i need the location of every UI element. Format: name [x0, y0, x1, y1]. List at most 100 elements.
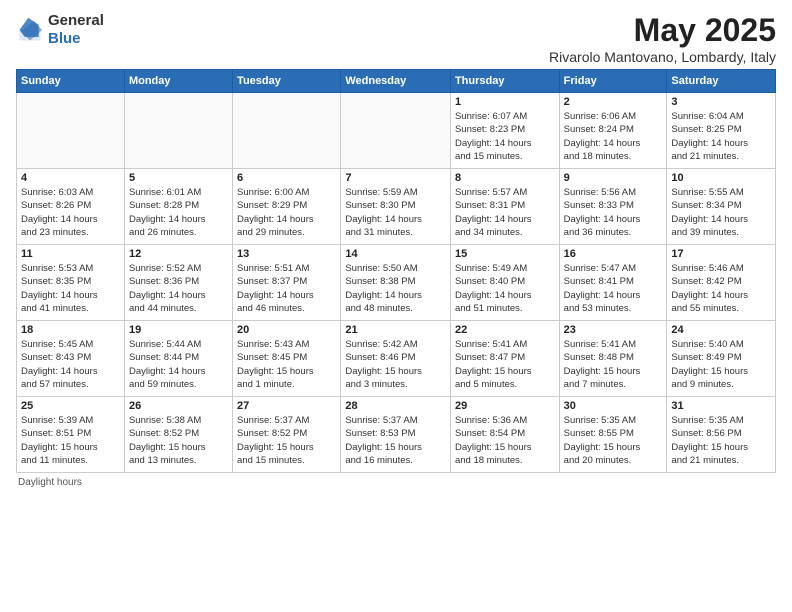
day-info: Sunrise: 6:07 AM Sunset: 8:23 PM Dayligh…	[455, 110, 555, 163]
calendar-week-row: 1Sunrise: 6:07 AM Sunset: 8:23 PM Daylig…	[17, 93, 776, 169]
calendar-cell: 9 Sunrise: 5:56 AM Sunset: 8:33 PM Daylig…	[559, 169, 667, 245]
calendar-cell: 26 Sunrise: 5:38 AM Sunset: 8:52 PM Dayli…	[124, 397, 232, 473]
calendar-cell	[341, 93, 451, 169]
day-number: 11	[21, 248, 120, 260]
day-number: 14	[345, 248, 446, 260]
weekday-header: Thursday	[450, 70, 559, 93]
day-info: Sunrise: 5:43 AM Sunset: 8:45 PM Dayligh…	[237, 338, 336, 391]
calendar-cell: 7Sunrise: 5:59 AM Sunset: 8:30 PM Daylig…	[341, 169, 451, 245]
day-info: Sunrise: 5:38 AM Sunset: 8:52 PM Dayligh…	[129, 414, 228, 467]
day-info: Sunrise: 5:47 AM Sunset: 8:41 PM Dayligh…	[564, 262, 663, 315]
day-info: Sunrise: 6:01 AM Sunset: 8:28 PM Dayligh…	[129, 186, 228, 239]
month-title: May 2025	[549, 12, 776, 49]
page-container: General Blue May 2025 Rivarolo Mantovano…	[0, 0, 792, 496]
calendar-week-row: 4 Sunrise: 6:03 AM Sunset: 8:26 PM Daylig…	[17, 169, 776, 245]
day-number: 8	[455, 172, 555, 184]
calendar-cell: 14 Sunrise: 5:50 AM Sunset: 8:38 PM Dayli…	[341, 245, 451, 321]
calendar-cell: 1Sunrise: 6:07 AM Sunset: 8:23 PM Daylig…	[450, 93, 559, 169]
header: General Blue May 2025 Rivarolo Mantovano…	[16, 12, 776, 65]
day-info: Sunrise: 5:55 AM Sunset: 8:34 PM Dayligh…	[671, 186, 771, 239]
day-number: 23	[564, 324, 663, 336]
day-info: Sunrise: 5:52 AM Sunset: 8:36 PM Dayligh…	[129, 262, 228, 315]
day-number: 6	[237, 172, 336, 184]
calendar-week-row: 25 Sunrise: 5:39 AM Sunset: 8:51 PM Dayli…	[17, 397, 776, 473]
logo-general: General	[48, 12, 104, 29]
calendar-cell: 5 Sunrise: 6:01 AM Sunset: 8:28 PM Daylig…	[124, 169, 232, 245]
day-info: Sunrise: 5:35 AM Sunset: 8:56 PM Dayligh…	[671, 414, 771, 467]
day-number: 10	[671, 172, 771, 184]
logo: General Blue	[16, 12, 104, 48]
calendar-cell: 6 Sunrise: 6:00 AM Sunset: 8:29 PM Daylig…	[233, 169, 341, 245]
day-info: Sunrise: 5:39 AM Sunset: 8:51 PM Dayligh…	[21, 414, 120, 467]
calendar-cell: 18 Sunrise: 5:45 AM Sunset: 8:43 PM Dayli…	[17, 321, 125, 397]
day-info: Sunrise: 5:37 AM Sunset: 8:52 PM Dayligh…	[237, 414, 336, 467]
calendar-cell: 17 Sunrise: 5:46 AM Sunset: 8:42 PM Dayli…	[667, 245, 776, 321]
day-number: 26	[129, 400, 228, 412]
day-info: Sunrise: 6:03 AM Sunset: 8:26 PM Dayligh…	[21, 186, 120, 239]
day-number: 9	[564, 172, 663, 184]
location-title: Rivarolo Mantovano, Lombardy, Italy	[549, 49, 776, 65]
day-number: 24	[671, 324, 771, 336]
logo-blue: Blue	[48, 30, 81, 47]
day-number: 22	[455, 324, 555, 336]
day-info: Sunrise: 5:59 AM Sunset: 8:30 PM Dayligh…	[345, 186, 446, 239]
day-number: 20	[237, 324, 336, 336]
weekday-header: Wednesday	[341, 70, 451, 93]
calendar-table: SundayMondayTuesdayWednesdayThursdayFrid…	[16, 69, 776, 473]
calendar-cell: 11 Sunrise: 5:53 AM Sunset: 8:35 PM Dayli…	[17, 245, 125, 321]
calendar-cell: 22 Sunrise: 5:41 AM Sunset: 8:47 PM Dayli…	[450, 321, 559, 397]
calendar-cell: 31 Sunrise: 5:35 AM Sunset: 8:56 PM Dayli…	[667, 397, 776, 473]
calendar-cell: 15Sunrise: 5:49 AM Sunset: 8:40 PM Dayli…	[450, 245, 559, 321]
logo-icon	[16, 16, 44, 44]
day-info: Sunrise: 6:00 AM Sunset: 8:29 PM Dayligh…	[237, 186, 336, 239]
calendar-cell: 16 Sunrise: 5:47 AM Sunset: 8:41 PM Dayli…	[559, 245, 667, 321]
weekday-header-row: SundayMondayTuesdayWednesdayThursdayFrid…	[17, 70, 776, 93]
day-number: 30	[564, 400, 663, 412]
day-number: 16	[564, 248, 663, 260]
day-info: Sunrise: 5:40 AM Sunset: 8:49 PM Dayligh…	[671, 338, 771, 391]
calendar-cell: 8 Sunrise: 5:57 AM Sunset: 8:31 PM Daylig…	[450, 169, 559, 245]
day-info: Sunrise: 5:46 AM Sunset: 8:42 PM Dayligh…	[671, 262, 771, 315]
logo-text: General Blue	[48, 12, 104, 48]
calendar-cell: 12Sunrise: 5:52 AM Sunset: 8:36 PM Dayli…	[124, 245, 232, 321]
day-info: Sunrise: 5:42 AM Sunset: 8:46 PM Dayligh…	[345, 338, 446, 391]
day-info: Sunrise: 5:37 AM Sunset: 8:53 PM Dayligh…	[345, 414, 446, 467]
calendar-cell	[124, 93, 232, 169]
day-info: Sunrise: 6:04 AM Sunset: 8:25 PM Dayligh…	[671, 110, 771, 163]
weekday-header: Sunday	[17, 70, 125, 93]
day-number: 2	[564, 96, 663, 108]
day-info: Sunrise: 5:44 AM Sunset: 8:44 PM Dayligh…	[129, 338, 228, 391]
day-info: Sunrise: 5:57 AM Sunset: 8:31 PM Dayligh…	[455, 186, 555, 239]
calendar-cell: 25 Sunrise: 5:39 AM Sunset: 8:51 PM Dayli…	[17, 397, 125, 473]
calendar-cell: 3 Sunrise: 6:04 AM Sunset: 8:25 PM Daylig…	[667, 93, 776, 169]
day-number: 27	[237, 400, 336, 412]
day-number: 28	[345, 400, 446, 412]
day-number: 31	[671, 400, 771, 412]
day-number: 4	[21, 172, 120, 184]
day-info: Sunrise: 5:41 AM Sunset: 8:47 PM Dayligh…	[455, 338, 555, 391]
calendar-cell: 23Sunrise: 5:41 AM Sunset: 8:48 PM Dayli…	[559, 321, 667, 397]
calendar-week-row: 18 Sunrise: 5:45 AM Sunset: 8:43 PM Dayli…	[17, 321, 776, 397]
calendar-cell: 24 Sunrise: 5:40 AM Sunset: 8:49 PM Dayli…	[667, 321, 776, 397]
day-info: Sunrise: 5:50 AM Sunset: 8:38 PM Dayligh…	[345, 262, 446, 315]
calendar-cell: 19 Sunrise: 5:44 AM Sunset: 8:44 PM Dayli…	[124, 321, 232, 397]
day-number: 19	[129, 324, 228, 336]
calendar-cell: 28 Sunrise: 5:37 AM Sunset: 8:53 PM Dayli…	[341, 397, 451, 473]
day-info: Sunrise: 5:45 AM Sunset: 8:43 PM Dayligh…	[21, 338, 120, 391]
day-number: 5	[129, 172, 228, 184]
calendar-cell: 30Sunrise: 5:35 AM Sunset: 8:55 PM Dayli…	[559, 397, 667, 473]
weekday-header: Friday	[559, 70, 667, 93]
calendar-cell: 21 Sunrise: 5:42 AM Sunset: 8:46 PM Dayli…	[341, 321, 451, 397]
day-number: 3	[671, 96, 771, 108]
calendar-week-row: 11 Sunrise: 5:53 AM Sunset: 8:35 PM Dayli…	[17, 245, 776, 321]
weekday-header: Tuesday	[233, 70, 341, 93]
calendar-cell: 27 Sunrise: 5:37 AM Sunset: 8:52 PM Dayli…	[233, 397, 341, 473]
day-number: 21	[345, 324, 446, 336]
day-number: 29	[455, 400, 555, 412]
day-info: Sunrise: 5:53 AM Sunset: 8:35 PM Dayligh…	[21, 262, 120, 315]
day-number: 18	[21, 324, 120, 336]
day-info: Sunrise: 5:56 AM Sunset: 8:33 PM Dayligh…	[564, 186, 663, 239]
footer-note: Daylight hours	[16, 477, 776, 488]
day-number: 25	[21, 400, 120, 412]
day-number: 17	[671, 248, 771, 260]
